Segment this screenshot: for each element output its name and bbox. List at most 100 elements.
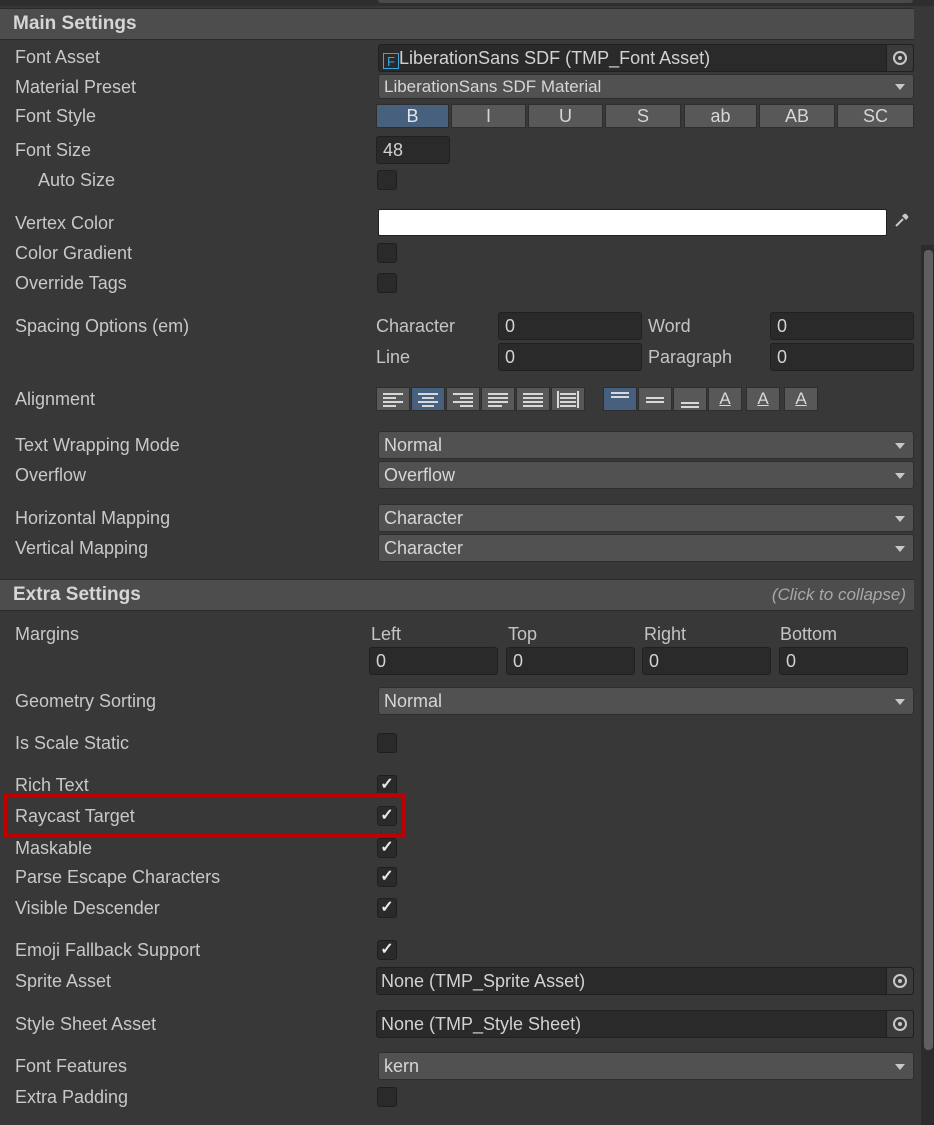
- vertical-mapping-dropdown[interactable]: Character: [378, 534, 914, 562]
- horizontal-mapping-value: Character: [384, 508, 464, 528]
- chevron-down-icon: [895, 84, 905, 90]
- paragraph-spacing-field[interactable]: 0: [770, 343, 914, 371]
- is-scale-static-checkbox[interactable]: [377, 733, 397, 753]
- chevron-down-icon: [895, 546, 905, 552]
- font-style-uppercase-button[interactable]: AB: [759, 104, 835, 128]
- chevron-down-icon: [895, 699, 905, 705]
- emoji-fallback-checkbox[interactable]: ✓: [377, 940, 397, 960]
- font-asset-field[interactable]: F LiberationSans SDF (TMP_Font Asset): [378, 44, 914, 72]
- word-spacing-label: Word: [648, 316, 691, 336]
- margin-left-field[interactable]: 0: [369, 647, 498, 675]
- override-tags-label: Override Tags: [15, 273, 127, 293]
- align-bottom-button[interactable]: [673, 387, 707, 411]
- extra-settings-header[interactable]: Extra Settings (Click to collapse): [0, 579, 914, 611]
- geometry-sorting-dropdown[interactable]: Normal: [378, 687, 914, 715]
- align-left-button[interactable]: [376, 387, 410, 411]
- align-center-button[interactable]: [411, 387, 445, 411]
- align-justified-button[interactable]: [481, 387, 515, 411]
- maskable-label: Maskable: [15, 838, 93, 858]
- maskable-checkbox[interactable]: ✓: [377, 838, 397, 858]
- spacing-options-label: Spacing Options (em): [15, 316, 190, 336]
- font-asset-label: Font Asset: [15, 47, 101, 67]
- style-sheet-picker-icon[interactable]: [886, 1011, 913, 1037]
- font-style-lowercase-button[interactable]: ab: [684, 104, 757, 128]
- align-baseline-button[interactable]: A: [708, 387, 742, 411]
- chevron-down-icon: [895, 473, 905, 479]
- character-spacing-field[interactable]: 0: [498, 312, 642, 340]
- geometry-sorting-label: Geometry Sorting: [15, 691, 157, 711]
- sprite-asset-label: Sprite Asset: [15, 971, 112, 991]
- font-asset-value: LiberationSans SDF (TMP_Font Asset): [399, 48, 711, 68]
- paragraph-spacing-label: Paragraph: [648, 347, 733, 367]
- main-settings-header[interactable]: Main Settings: [0, 8, 914, 40]
- font-features-value: kern: [384, 1056, 420, 1076]
- visible-descender-checkbox[interactable]: ✓: [377, 898, 397, 918]
- material-preset-label: Material Preset: [15, 77, 137, 97]
- align-middle-button[interactable]: [638, 387, 672, 411]
- sprite-asset-picker-icon[interactable]: [886, 968, 913, 994]
- color-gradient-checkbox[interactable]: [377, 243, 397, 263]
- font-asset-picker-icon[interactable]: [886, 45, 913, 71]
- raycast-target-highlight-box: [3, 793, 406, 838]
- font-size-field[interactable]: 48: [376, 136, 450, 164]
- vertical-mapping-value: Character: [384, 538, 464, 558]
- font-features-dropdown[interactable]: kern: [378, 1052, 914, 1080]
- align-right-button[interactable]: [446, 387, 480, 411]
- font-style-italic-button[interactable]: I: [451, 104, 526, 128]
- margin-bottom-field[interactable]: 0: [779, 647, 908, 675]
- text-wrapping-dropdown[interactable]: Normal: [378, 431, 914, 459]
- overflow-label: Overflow: [15, 465, 87, 485]
- align-top-button[interactable]: [603, 387, 637, 411]
- overflow-value: Overflow: [384, 465, 456, 485]
- margin-right-field[interactable]: 0: [642, 647, 771, 675]
- margin-right-label: Right: [644, 624, 687, 644]
- character-spacing-label: Character: [376, 316, 456, 336]
- style-sheet-asset-label: Style Sheet Asset: [15, 1014, 157, 1034]
- horizontal-mapping-dropdown[interactable]: Character: [378, 504, 914, 532]
- word-spacing-field[interactable]: 0: [770, 312, 914, 340]
- font-style-label: Font Style: [15, 106, 97, 126]
- material-preset-value: LiberationSans SDF Material: [384, 77, 602, 96]
- vertex-color-field[interactable]: [378, 209, 887, 236]
- line-spacing-field[interactable]: 0: [498, 343, 642, 371]
- font-style-bold-button[interactable]: B: [376, 104, 449, 128]
- align-capline-button[interactable]: A: [784, 387, 818, 411]
- margin-bottom-label: Bottom: [780, 624, 838, 644]
- line-spacing-label: Line: [376, 347, 411, 367]
- margins-label: Margins: [15, 624, 80, 644]
- chevron-down-icon: [895, 1064, 905, 1070]
- text-wrapping-value: Normal: [384, 435, 443, 455]
- font-style-smallcaps-button[interactable]: SC: [837, 104, 914, 128]
- font-size-label: Font Size: [15, 140, 92, 160]
- collapse-hint[interactable]: (Click to collapse): [772, 585, 906, 605]
- sprite-asset-field[interactable]: None (TMP_Sprite Asset): [376, 967, 914, 995]
- overflow-dropdown[interactable]: Overflow: [378, 461, 914, 489]
- margin-left-label: Left: [371, 624, 402, 644]
- eyedropper-icon[interactable]: [891, 211, 913, 233]
- margin-top-field[interactable]: 0: [506, 647, 635, 675]
- previous-field-edge: [378, 0, 913, 3]
- emoji-fallback-label: Emoji Fallback Support: [15, 940, 201, 960]
- align-geometry-center-button[interactable]: [551, 387, 585, 411]
- extra-padding-checkbox[interactable]: [377, 1087, 397, 1107]
- font-features-label: Font Features: [15, 1056, 128, 1076]
- parse-escape-checkbox[interactable]: ✓: [377, 867, 397, 887]
- alignment-label: Alignment: [15, 389, 96, 409]
- font-style-underline-button[interactable]: U: [528, 104, 603, 128]
- font-style-strikethrough-button[interactable]: S: [605, 104, 681, 128]
- scrollbar-thumb[interactable]: [924, 250, 933, 1050]
- color-gradient-label: Color Gradient: [15, 243, 133, 263]
- horizontal-mapping-label: Horizontal Mapping: [15, 508, 171, 528]
- override-tags-checkbox[interactable]: [377, 273, 397, 293]
- material-preset-dropdown[interactable]: LiberationSans SDF Material: [378, 74, 914, 99]
- style-sheet-asset-field[interactable]: None (TMP_Style Sheet): [376, 1010, 914, 1038]
- font-asset-icon: F: [383, 53, 399, 69]
- chevron-down-icon: [895, 516, 905, 522]
- align-midline-button[interactable]: A: [746, 387, 780, 411]
- align-flush-button[interactable]: [516, 387, 550, 411]
- auto-size-checkbox[interactable]: [377, 170, 397, 190]
- auto-size-label: Auto Size: [38, 170, 116, 190]
- text-wrapping-label: Text Wrapping Mode: [15, 435, 180, 455]
- rich-text-checkbox[interactable]: ✓: [377, 775, 397, 795]
- style-sheet-asset-value: None (TMP_Style Sheet): [381, 1014, 582, 1034]
